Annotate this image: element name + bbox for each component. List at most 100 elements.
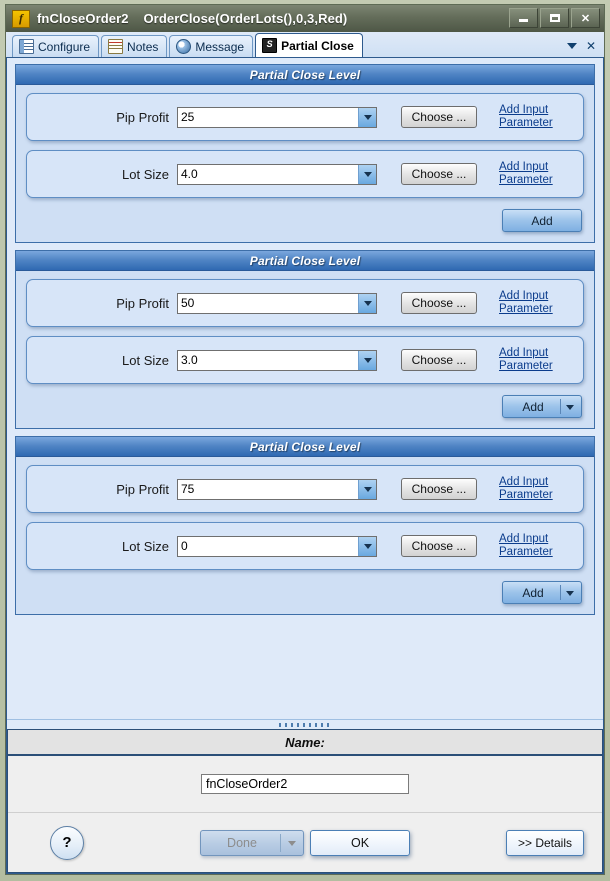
window-controls: ✕ <box>509 8 600 28</box>
add-input-text[interactable]: Add Input <box>499 290 553 303</box>
level-2-lot-size-choose-button[interactable]: Choose ... <box>401 349 477 371</box>
partial-close-page: Partial Close Level Pip Profit Choose ..… <box>6 58 604 874</box>
add-input-text[interactable]: Add Input <box>499 104 553 117</box>
level-2-lot-size-dropdown-arrow[interactable] <box>358 350 376 370</box>
level-3-add-split-button[interactable]: Add <box>502 581 582 604</box>
level-2-add-split-button[interactable]: Add <box>502 395 582 418</box>
notes-icon <box>108 39 124 54</box>
name-input[interactable] <box>201 774 409 794</box>
level-1-pip-profit-row: Pip Profit Choose ... Add Input Paramete… <box>26 93 584 141</box>
add-input-text[interactable]: Add Input <box>499 347 553 360</box>
level-3-pip-profit-input[interactable] <box>178 479 358 499</box>
level-1-lot-size-choose-button[interactable]: Choose ... <box>401 163 477 185</box>
parameter-text[interactable]: Parameter <box>499 303 553 316</box>
level-2-pip-profit-input[interactable] <box>178 293 358 313</box>
level-2-lot-size-input[interactable] <box>178 350 358 370</box>
configure-icon <box>19 39 34 54</box>
minimize-button[interactable] <box>509 8 538 28</box>
window-inner: f fnCloseOrder2 OrderClose(OrderLots(),0… <box>5 4 605 875</box>
tab-message[interactable]: Message <box>169 35 254 57</box>
tab-notes[interactable]: Notes <box>101 35 168 57</box>
level-1-add-button[interactable]: Add <box>502 209 582 232</box>
level-3-add-label: Add <box>522 585 544 600</box>
add-input-text[interactable]: Add Input <box>499 533 553 546</box>
details-button[interactable]: >> Details <box>506 829 584 856</box>
name-section: Name: ? Done OK >> Details <box>7 729 603 873</box>
partial-close-icon: S <box>262 38 278 53</box>
parameter-text[interactable]: Parameter <box>499 174 553 187</box>
level-1-lot-size-input[interactable] <box>178 164 358 184</box>
tab-configure[interactable]: Configure <box>12 35 100 57</box>
tab-close-icon[interactable]: ✕ <box>586 39 596 53</box>
level-3-pip-profit-label: Pip Profit <box>116 481 169 497</box>
parameter-text[interactable]: Parameter <box>499 360 553 373</box>
add-input-text[interactable]: Add Input <box>499 476 553 489</box>
level-3-pip-profit-dropdown-arrow[interactable] <box>358 479 376 499</box>
tab-strip-actions: ✕ <box>566 39 596 53</box>
level-2-lot-size-combo[interactable] <box>177 349 377 371</box>
chevron-down-icon[interactable] <box>288 840 296 846</box>
tab-partial-close[interactable]: S Partial Close <box>255 33 363 57</box>
level-2-body: Pip Profit Choose ... Add Input Paramete… <box>16 271 594 428</box>
minimize-icon <box>519 19 528 22</box>
level-3-pip-profit-choose-button[interactable]: Choose ... <box>401 478 477 500</box>
level-3-lot-size-row: Lot Size Choose ... Add Input Parameter <box>26 522 584 570</box>
tab-partial-close-label: Partial Close <box>281 38 354 53</box>
splitter-grip-icon <box>279 722 331 727</box>
parameter-text[interactable]: Parameter <box>499 489 553 502</box>
level-3-pip-profit-combo[interactable] <box>177 478 377 500</box>
tab-configure-label: Configure <box>38 39 91 54</box>
split-separator <box>560 585 561 600</box>
partial-close-level-3: Partial Close Level Pip Profit Choose ..… <box>15 436 595 615</box>
level-2-lot-size-add-input-parameter-link[interactable]: Add Input Parameter <box>499 347 553 373</box>
maximize-button[interactable] <box>540 8 569 28</box>
level-1-lot-size-combo[interactable] <box>177 163 377 185</box>
function-f-icon: f <box>12 9 30 28</box>
parameter-text[interactable]: Parameter <box>499 117 553 130</box>
level-3-actions: Add <box>26 579 584 608</box>
level-3-lot-size-dropdown-arrow[interactable] <box>358 536 376 556</box>
level-3-lot-size-label: Lot Size <box>122 538 169 554</box>
application-window: f fnCloseOrder2 OrderClose(OrderLots(),0… <box>0 0 610 881</box>
level-3-lot-size-combo[interactable] <box>177 535 377 557</box>
level-2-pip-profit-label: Pip Profit <box>116 295 169 311</box>
level-1-lot-size-label: Lot Size <box>122 166 169 182</box>
splitter[interactable] <box>7 719 603 729</box>
tab-message-label: Message <box>195 39 245 54</box>
level-2-pip-profit-dropdown-arrow[interactable] <box>358 293 376 313</box>
add-input-text[interactable]: Add Input <box>499 161 553 174</box>
level-3-lot-size-choose-button[interactable]: Choose ... <box>401 535 477 557</box>
level-2-pip-profit-add-input-parameter-link[interactable]: Add Input Parameter <box>499 290 553 316</box>
done-label: Done <box>227 835 257 850</box>
parameter-text[interactable]: Parameter <box>499 546 553 559</box>
chevron-down-icon[interactable] <box>566 43 577 49</box>
level-1-pip-profit-input[interactable] <box>178 107 358 127</box>
message-icon <box>176 39 192 54</box>
level-3-body: Pip Profit Choose ... Add Input Paramete… <box>16 457 594 614</box>
level-1-actions: Add <box>26 207 584 236</box>
level-3-lot-size-input[interactable] <box>178 536 358 556</box>
chevron-down-icon[interactable] <box>566 590 574 596</box>
level-2-pip-profit-choose-button[interactable]: Choose ... <box>401 292 477 314</box>
done-split-button[interactable]: Done <box>200 829 304 856</box>
level-3-lot-size-add-input-parameter-link[interactable]: Add Input Parameter <box>499 533 553 559</box>
help-button[interactable]: ? <box>50 825 84 860</box>
level-1-pip-profit-add-input-parameter-link[interactable]: Add Input Parameter <box>499 104 553 130</box>
level-1-pip-profit-choose-button[interactable]: Choose ... <box>401 106 477 128</box>
tab-notes-label: Notes <box>127 39 159 54</box>
maximize-icon <box>549 14 560 22</box>
level-1-lot-size-add-input-parameter-link[interactable]: Add Input Parameter <box>499 161 553 187</box>
level-1-add-label: Add <box>531 213 553 228</box>
level-1-pip-profit-dropdown-arrow[interactable] <box>358 107 376 127</box>
tab-strip: Configure Notes Message S Partial Close … <box>6 32 604 58</box>
split-separator <box>560 399 561 414</box>
chevron-down-icon[interactable] <box>566 404 574 410</box>
level-3-pip-profit-add-input-parameter-link[interactable]: Add Input Parameter <box>499 476 553 502</box>
level-2-pip-profit-combo[interactable] <box>177 292 377 314</box>
level-1-lot-size-dropdown-arrow[interactable] <box>358 164 376 184</box>
levels-container: Partial Close Level Pip Profit Choose ..… <box>7 58 603 719</box>
close-button[interactable]: ✕ <box>571 8 600 28</box>
level-2-add-label: Add <box>522 399 544 414</box>
ok-button[interactable]: OK <box>310 829 410 856</box>
level-1-pip-profit-combo[interactable] <box>177 106 377 128</box>
